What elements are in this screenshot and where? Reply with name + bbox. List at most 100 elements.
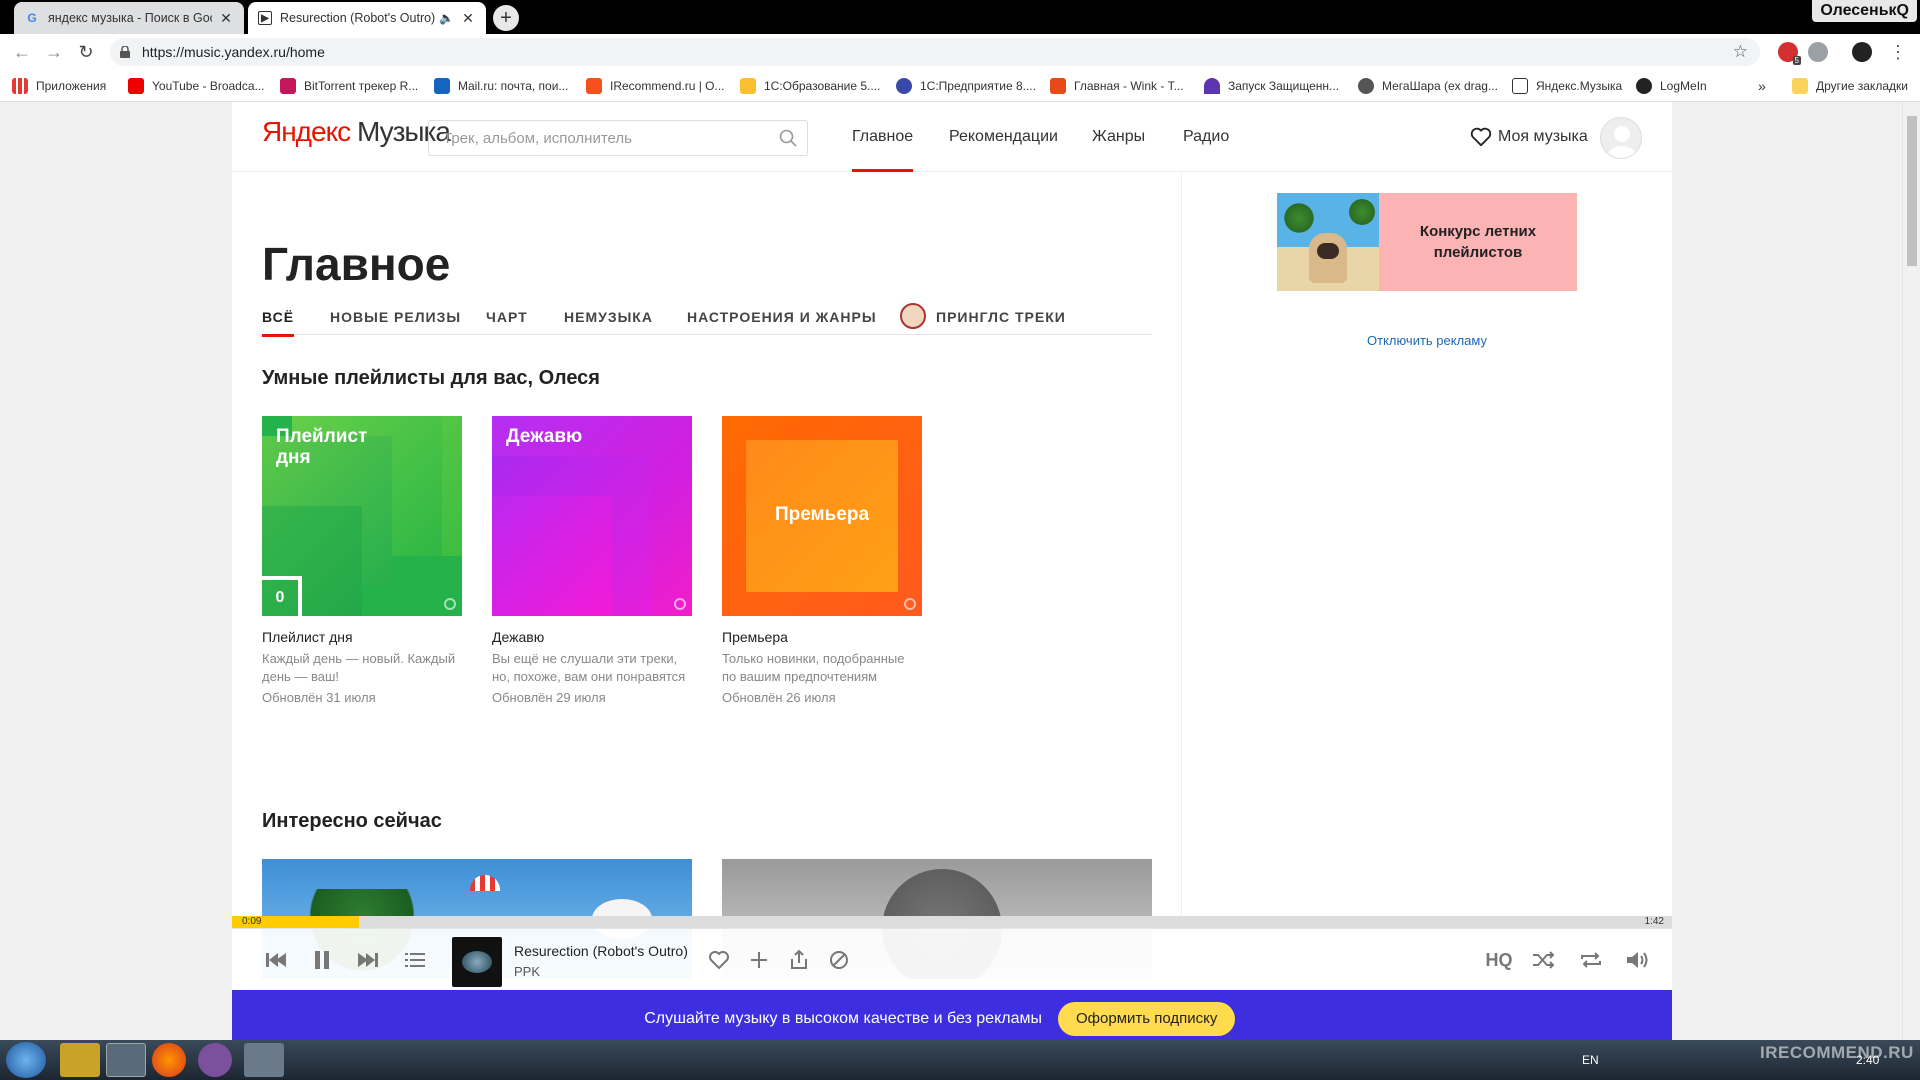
ad-banner[interactable]: Конкурс летних плейлистов [1277,193,1577,291]
chrome-icon[interactable] [106,1043,146,1077]
my-music-link[interactable]: Моя музыка [1470,102,1588,172]
tab-pringles-tracks[interactable]: ПРИНГЛС ТРЕКИ [936,309,1066,325]
firefox-icon[interactable] [152,1043,186,1077]
bookmark-wink[interactable]: Главная - Wink - Т... [1050,70,1184,102]
playlist-day-label: Плейлист дня [276,426,368,468]
previous-track-icon[interactable] [262,947,288,973]
tab-google-search[interactable]: G яндекс музыка - Поиск в Googl ✕ [14,2,244,34]
new-tab-button[interactable]: + [493,5,519,31]
bookmark-1c-education[interactable]: 1С:Образование 5.... [740,70,880,102]
track-cover[interactable] [452,937,502,987]
nav-main[interactable]: Главное [852,102,914,172]
search-icon[interactable] [779,129,797,147]
umbrella-image [470,875,500,891]
subscribe-button[interactable]: Оформить подписку [1058,1002,1236,1036]
search-box[interactable] [428,120,808,156]
playlist-card-dejavu[interactable]: Дежавю Дежавю Вы ещё не слушали эти трек… [492,416,692,705]
tab-chart[interactable]: ЧАРТ [486,309,528,325]
close-tab-icon[interactable]: ✕ [218,10,234,27]
volume-icon[interactable] [1624,947,1650,973]
shuffle-icon[interactable] [1530,947,1556,973]
playlist-icon[interactable] [402,947,428,973]
bookmark-secure-launch[interactable]: Запуск Защищенн... [1204,70,1339,102]
bookmark-logmein[interactable]: LogMeIn [1636,70,1707,102]
card-title[interactable]: Дежавю [492,629,692,645]
disable-ads-link[interactable]: Отключить рекламу [1182,333,1672,348]
extension-badge: 5 [1792,56,1801,65]
playlist-card-day[interactable]: Плейлист дня 0 Плейлист дня Каждый день … [262,416,462,705]
playback-progress-bar[interactable]: 0:09 1:42 [232,916,1672,928]
tab-all[interactable]: ВСЁ [262,309,295,337]
bookmark-1c-enterprise[interactable]: 1С:Предприятие 8.... [896,70,1036,102]
playlist-dejavu-label: Дежавю [506,426,583,447]
address-bar[interactable]: https://music.yandex.ru/home ☆ [110,38,1760,66]
start-button[interactable] [6,1042,46,1078]
scrollbar-thumb[interactable] [1907,116,1917,266]
playlist-card-premiere[interactable]: Премьера Премьера Только новинки, подобр… [722,416,922,705]
card-description: Вы ещё не слушали эти треки, но, похоже,… [492,651,686,684]
bookmark-yandex-music[interactable]: Яндекс.Музыка [1512,70,1622,102]
add-icon[interactable] [746,947,772,973]
like-heart-icon[interactable] [706,947,732,973]
page-scrollbar[interactable] [1902,102,1920,1040]
bookmark-other[interactable]: Другие закладки [1792,70,1908,102]
dislike-block-icon[interactable] [826,947,852,973]
secure-launch-icon [1204,78,1220,94]
playlist-day-cover[interactable]: Плейлист дня 0 [262,416,462,616]
yandex-music-logo[interactable]: Яндекс Музыка [262,116,451,148]
forward-icon[interactable]: → [42,40,66,64]
tab-nonmusic[interactable]: НЕМУЗЫКА [564,309,653,325]
repeat-icon[interactable] [1578,947,1604,973]
bookmark-megashara[interactable]: МегаШара (ex drag... [1358,70,1498,102]
bookmarks-bar: Приложения YouTube - Broadca... BitTorre… [0,70,1920,102]
tab-moods-genres[interactable]: НАСТРОЕНИЯ И ЖАНРЫ [687,309,877,325]
reload-icon[interactable]: ↻ [74,40,98,64]
viber-icon[interactable] [198,1043,232,1077]
track-title[interactable]: Resurection (Robot's Outro) [514,943,688,959]
bookmark-irecommend[interactable]: IRecommend.ru | О... [586,70,725,102]
globe-icon[interactable] [1808,42,1828,62]
bookmark-apps[interactable]: Приложения [12,70,106,102]
page-viewport: Яндекс Музыка Главное Рекомендации Жанры… [0,102,1920,1040]
current-time: 0:09 [242,916,262,927]
app-icon[interactable] [244,1043,284,1077]
nav-genres[interactable]: Жанры [1092,102,1145,172]
profile-name[interactable]: ОлесенькQ [1812,0,1917,22]
yandex-music-mark-icon [674,598,686,610]
folder-icon [1792,78,1808,94]
yandex-music-site: Яндекс Музыка Главное Рекомендации Жанры… [232,102,1672,1040]
pause-icon[interactable] [309,947,335,973]
file-explorer-icon[interactable] [60,1043,100,1077]
menu-icon[interactable]: ⋮ [1886,40,1910,64]
nav-radio[interactable]: Радио [1183,102,1229,172]
hq-toggle[interactable]: HQ [1482,947,1516,973]
track-artist[interactable]: PPK [514,964,540,979]
profile-icon[interactable] [1852,42,1872,62]
extension-icon[interactable]: 5 [1778,42,1801,65]
tab-new-releases[interactable]: НОВЫЕ РЕЛИЗЫ [330,309,461,325]
playlist-dejavu-cover[interactable]: Дежавю [492,416,692,616]
search-input[interactable] [429,121,769,155]
language-indicator[interactable]: EN [1582,1040,1599,1080]
tab-strip: G яндекс музыка - Поиск в Googl ✕ ▶ Resu… [0,0,1920,34]
next-track-icon[interactable] [356,947,382,973]
playlist-premiere-cover[interactable]: Премьера [722,416,922,616]
bookmark-bittorrent[interactable]: BitTorrent трекер R... [280,70,418,102]
bookmark-star-icon[interactable]: ☆ [1733,42,1748,62]
smart-playlists-title: Умные плейлисты для вас, Олеся [262,367,600,389]
close-tab-icon[interactable]: ✕ [460,10,476,27]
bookmark-youtube[interactable]: YouTube - Broadca... [128,70,265,102]
share-icon[interactable] [786,947,812,973]
card-updated-date: Обновлён 26 июля [722,690,836,705]
card-title[interactable]: Премьера [722,629,922,645]
audio-playing-icon[interactable]: 🔈 [439,11,454,25]
avatar[interactable] [1600,117,1642,159]
more-bookmarks-chevron[interactable]: » [1758,70,1766,102]
irecommend-icon [586,78,602,94]
nav-recommendations[interactable]: Рекомендации [949,102,1058,172]
card-title[interactable]: Плейлист дня [262,629,462,645]
back-icon[interactable]: ← [10,40,34,64]
bookmark-mailru[interactable]: Mail.ru: почта, пои... [434,70,568,102]
card-updated-date: Обновлён 31 июля [262,690,376,705]
tab-yandex-music[interactable]: ▶ Resurection (Robot's Outro) 🔈 ✕ [248,2,486,34]
